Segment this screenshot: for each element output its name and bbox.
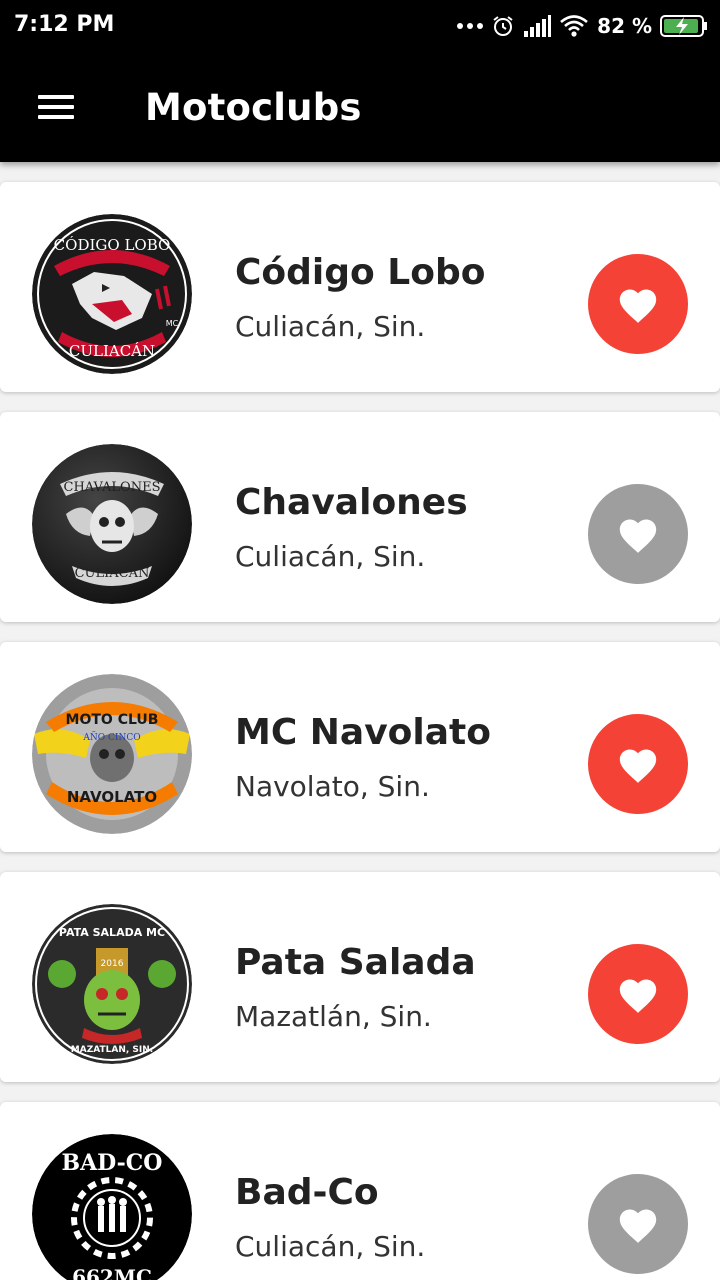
club-city: Culiacán, Sin. [235, 540, 426, 573]
favorite-button[interactable] [588, 1174, 688, 1274]
logo-top-text: BAD-CO [62, 1150, 163, 1176]
heart-icon [619, 749, 657, 783]
club-city: Navolato, Sin. [235, 770, 430, 803]
status-bar: 7:12 PM 82 % [0, 0, 720, 52]
logo-bottom-text: NAVOLATO [67, 788, 157, 806]
page-title: Motoclubs [145, 86, 362, 129]
status-time: 7:12 PM [14, 12, 115, 37]
club-card[interactable]: BAD-CO 662MC Bad-Co Culiacán, Sin. [0, 1102, 720, 1280]
battery-charging-icon [660, 15, 707, 37]
heart-icon [619, 1209, 657, 1243]
favorite-button[interactable] [588, 714, 688, 814]
logo-bottom-text: CULIACAN [75, 566, 150, 581]
favorite-button[interactable] [588, 484, 688, 584]
club-logo: BAD-CO 662MC [32, 1134, 192, 1280]
favorite-button[interactable] [588, 944, 688, 1044]
logo-bottom-text: MAZATLAN, SIN. [71, 1045, 153, 1055]
logo-mark-text: AÑO CINCO [82, 731, 140, 743]
club-name: Chavalones [235, 482, 468, 523]
status-icons: 82 % [457, 10, 708, 42]
wifi-icon [560, 15, 588, 37]
menu-button[interactable] [36, 93, 76, 121]
club-logo: PATA SALADA MC 2016 MAZATLAN, SIN. [32, 904, 192, 1064]
club-city: Culiacán, Sin. [235, 310, 426, 343]
club-card[interactable]: PATA SALADA MC 2016 MAZATLAN, SIN. Pata … [0, 872, 720, 1082]
app-bar: Motoclubs [0, 52, 720, 162]
heart-icon [619, 289, 657, 323]
logo-top-text: PATA SALADA MC [59, 926, 165, 939]
club-logo: MOTO CLUB AÑO CINCO NAVOLATO [32, 674, 192, 834]
club-name: Código Lobo [235, 252, 486, 293]
more-notifications-icon [457, 23, 484, 29]
logo-bottom-text: CULIACÁN [69, 342, 155, 360]
signal-icon [524, 15, 552, 37]
alarm-icon [493, 16, 513, 36]
logo-top-text: MOTO CLUB [66, 712, 159, 728]
logo-mark-text: MC [166, 319, 179, 328]
favorite-button[interactable] [588, 254, 688, 354]
club-card[interactable]: MOTO CLUB AÑO CINCO NAVOLATO MC Navolato… [0, 642, 720, 852]
club-name: MC Navolato [235, 712, 491, 753]
logo-bottom-text: 662MC [72, 1265, 152, 1280]
club-name: Pata Salada [235, 942, 476, 983]
club-city: Culiacán, Sin. [235, 1230, 426, 1263]
logo-mark-text: 2016 [101, 959, 124, 969]
club-logo: CÓDIGO LOBO CULIACÁN MC [32, 214, 192, 374]
club-logo: CHAVALONES CULIACAN [32, 444, 192, 604]
heart-icon [619, 979, 657, 1013]
club-city: Mazatlán, Sin. [235, 1000, 432, 1033]
battery-percent: 82 % [597, 14, 652, 38]
logo-top-text: CÓDIGO LOBO [54, 236, 171, 254]
logo-top-text: CHAVALONES [64, 480, 161, 495]
heart-icon [619, 519, 657, 553]
club-name: Bad-Co [235, 1172, 379, 1213]
club-card[interactable]: CHAVALONES CULIACAN Chavalones Culiacán,… [0, 412, 720, 622]
club-card[interactable]: CÓDIGO LOBO CULIACÁN MC Código Lobo Culi… [0, 182, 720, 392]
